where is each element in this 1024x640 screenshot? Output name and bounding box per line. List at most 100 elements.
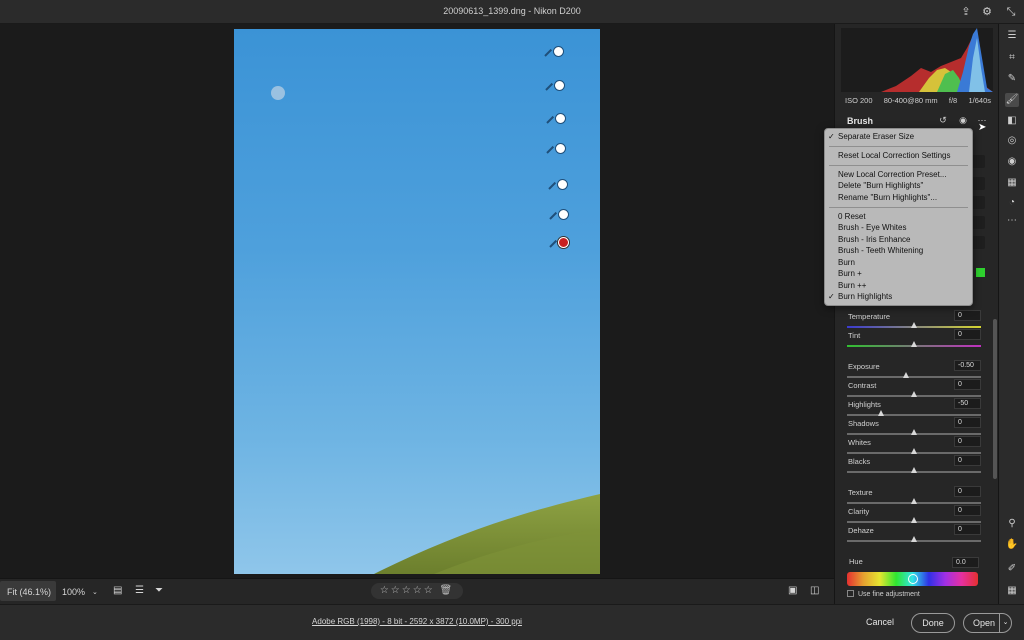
slider-value-field[interactable]: 0	[954, 329, 981, 340]
hue-label: Hue	[849, 557, 863, 566]
menu-item-rename-preset[interactable]: Rename "Burn Highlights"...	[838, 192, 972, 203]
slider-track[interactable]	[847, 414, 981, 416]
slider-thumb[interactable]	[911, 322, 917, 328]
brush-pin[interactable]	[546, 179, 568, 201]
slider-thumb[interactable]	[911, 498, 917, 504]
open-button[interactable]: Open ⌄	[963, 613, 1012, 633]
menu-item-delete-preset[interactable]: Delete "Burn Highlights"	[838, 180, 972, 191]
menu-separator	[829, 146, 968, 147]
photo-preview[interactable]	[234, 29, 600, 574]
camera-raw-window: 20090613_1399.dng - Nikon D200 ⇪ ⚙ ⤡ Fit…	[0, 0, 1024, 640]
slider-value-field[interactable]: 0	[954, 310, 981, 321]
image-canvas[interactable]	[0, 24, 834, 578]
slider-value-field[interactable]: 0	[954, 455, 981, 466]
slider-tint[interactable]: Tint 0	[847, 329, 981, 350]
done-button[interactable]: Done	[911, 613, 955, 633]
panel-scrollbar[interactable]	[993, 319, 997, 479]
slider-value-field[interactable]: 0	[954, 505, 981, 516]
slider-label: Contrast	[848, 381, 877, 390]
image-icon[interactable]: ▤	[113, 585, 122, 596]
slider-thumb[interactable]	[911, 429, 917, 435]
cancel-button[interactable]: Cancel	[860, 613, 900, 633]
chevron-down-icon[interactable]: ⌄	[92, 588, 98, 596]
slider-thumb[interactable]	[911, 467, 917, 473]
compare-icon[interactable]: ▣	[788, 585, 797, 596]
slider-thumb[interactable]	[911, 517, 917, 523]
more-icon[interactable]: ⋯	[1005, 214, 1019, 228]
gear-icon[interactable]: ⚙	[980, 5, 994, 19]
brush-pin[interactable]	[542, 46, 564, 68]
slider-value-field[interactable]: 0	[954, 379, 981, 390]
filter-icon[interactable]: ⏷	[155, 585, 163, 596]
menu-item-preset[interactable]: Brush - Eye Whites	[838, 222, 972, 233]
slider-blacks[interactable]: Blacks 0	[847, 455, 981, 476]
gradient-icon[interactable]: ◧	[1005, 114, 1019, 128]
slider-dehaze[interactable]: Dehaze 0	[847, 524, 981, 545]
menu-item-preset[interactable]: Burn ++	[838, 280, 972, 291]
split-view-icon[interactable]: ◫	[810, 585, 819, 596]
brush-icon[interactable]: 🖌	[1005, 93, 1019, 107]
crop-icon[interactable]: ⌗	[1005, 51, 1019, 65]
menu-item-preset[interactable]: Brush - Iris Enhance	[838, 234, 972, 245]
menu-separator	[829, 207, 968, 208]
hue-value[interactable]: 0.0	[952, 557, 979, 568]
slider-thumb[interactable]	[902, 372, 909, 378]
menu-item-preset[interactable]: Brush - Teeth Whitening	[838, 245, 972, 256]
slider-value-field[interactable]: 0	[954, 524, 981, 535]
active-brush-pin[interactable]	[547, 237, 569, 259]
edit-sliders-icon[interactable]: ☰	[1005, 29, 1019, 43]
slider-value-field[interactable]: 0	[954, 486, 981, 497]
slider-thumb[interactable]	[911, 391, 917, 397]
chevron-down-icon[interactable]: ⌄	[999, 614, 1011, 632]
fine-adjustment-checkbox[interactable]: Use fine adjustment	[847, 590, 920, 598]
menu-item-preset[interactable]: Burn +	[838, 268, 972, 279]
menu-item-separate-eraser[interactable]: ✓ Separate Eraser Size	[828, 131, 972, 142]
menu-item-reset-local[interactable]: Reset Local Correction Settings	[838, 150, 972, 161]
slider-value-field[interactable]: -50	[954, 398, 981, 409]
collapse-icon[interactable]: ⤡	[1004, 5, 1018, 19]
hue-handle[interactable]	[908, 574, 918, 584]
menu-item-preset-burn-highlights[interactable]: ✓ Burn Highlights	[828, 291, 972, 302]
reset-icon[interactable]: ↺	[937, 115, 949, 127]
brush-pin[interactable]	[544, 113, 566, 135]
stars-text[interactable]: ☆☆☆☆☆	[380, 585, 435, 596]
brush-pin[interactable]	[543, 80, 565, 102]
menu-item-preset[interactable]: 0 Reset	[838, 211, 972, 222]
snapshots-icon[interactable]: ◔	[1005, 196, 1019, 210]
presets-icon[interactable]: ▦	[1005, 176, 1019, 190]
slider-label: Highlights	[848, 400, 881, 409]
export-icon[interactable]: ⇪	[959, 5, 973, 19]
menu-item-label: Separate Eraser Size	[838, 132, 915, 141]
radial-icon[interactable]: ◎	[1005, 134, 1019, 148]
slider-thumb[interactable]	[911, 341, 917, 347]
star-rating[interactable]: ☆☆☆☆☆ 🗑	[371, 583, 463, 599]
slider-thumb[interactable]	[877, 410, 884, 416]
menu-item-preset[interactable]: Burn	[838, 257, 972, 268]
slider-thumb[interactable]	[911, 536, 917, 542]
brush-pin[interactable]	[547, 209, 569, 231]
slider-value-field[interactable]: 0	[954, 436, 981, 447]
zoom-select[interactable]: 100%	[62, 587, 85, 597]
trash-icon[interactable]: 🗑	[439, 585, 454, 596]
sort-icon[interactable]: ☰	[135, 585, 144, 596]
brush-pin[interactable]	[544, 143, 566, 165]
menu-separator	[829, 165, 968, 166]
slider-value-field[interactable]: 0	[954, 417, 981, 428]
slider-thumb[interactable]	[911, 448, 917, 454]
sampler-icon[interactable]: ✐	[1005, 562, 1019, 576]
menu-item-new-preset[interactable]: New Local Correction Preset...	[838, 169, 972, 180]
shutter-text: 1/640s	[968, 96, 991, 105]
checkbox-box[interactable]	[847, 590, 854, 597]
zoom-icon[interactable]: ⚲	[1005, 517, 1019, 531]
redeye-icon[interactable]: ◉	[1005, 155, 1019, 169]
hand-icon[interactable]: ✋	[1005, 538, 1019, 552]
eye-icon[interactable]: ◉	[957, 115, 969, 127]
slider-value-field[interactable]: -0.50	[954, 360, 981, 371]
slider-track[interactable]	[847, 376, 981, 378]
camera-info: ISO 200 80-400@80 mm f/8 1/640s	[845, 96, 991, 105]
color-swatch[interactable]	[976, 268, 985, 277]
workflow-options-link[interactable]: Adobe RGB (1998) - 8 bit - 2592 x 3872 (…	[0, 617, 834, 626]
healing-icon[interactable]: ✎	[1005, 72, 1019, 86]
grid-icon[interactable]: ▦	[1005, 584, 1019, 598]
slider-label: Whites	[848, 438, 871, 447]
